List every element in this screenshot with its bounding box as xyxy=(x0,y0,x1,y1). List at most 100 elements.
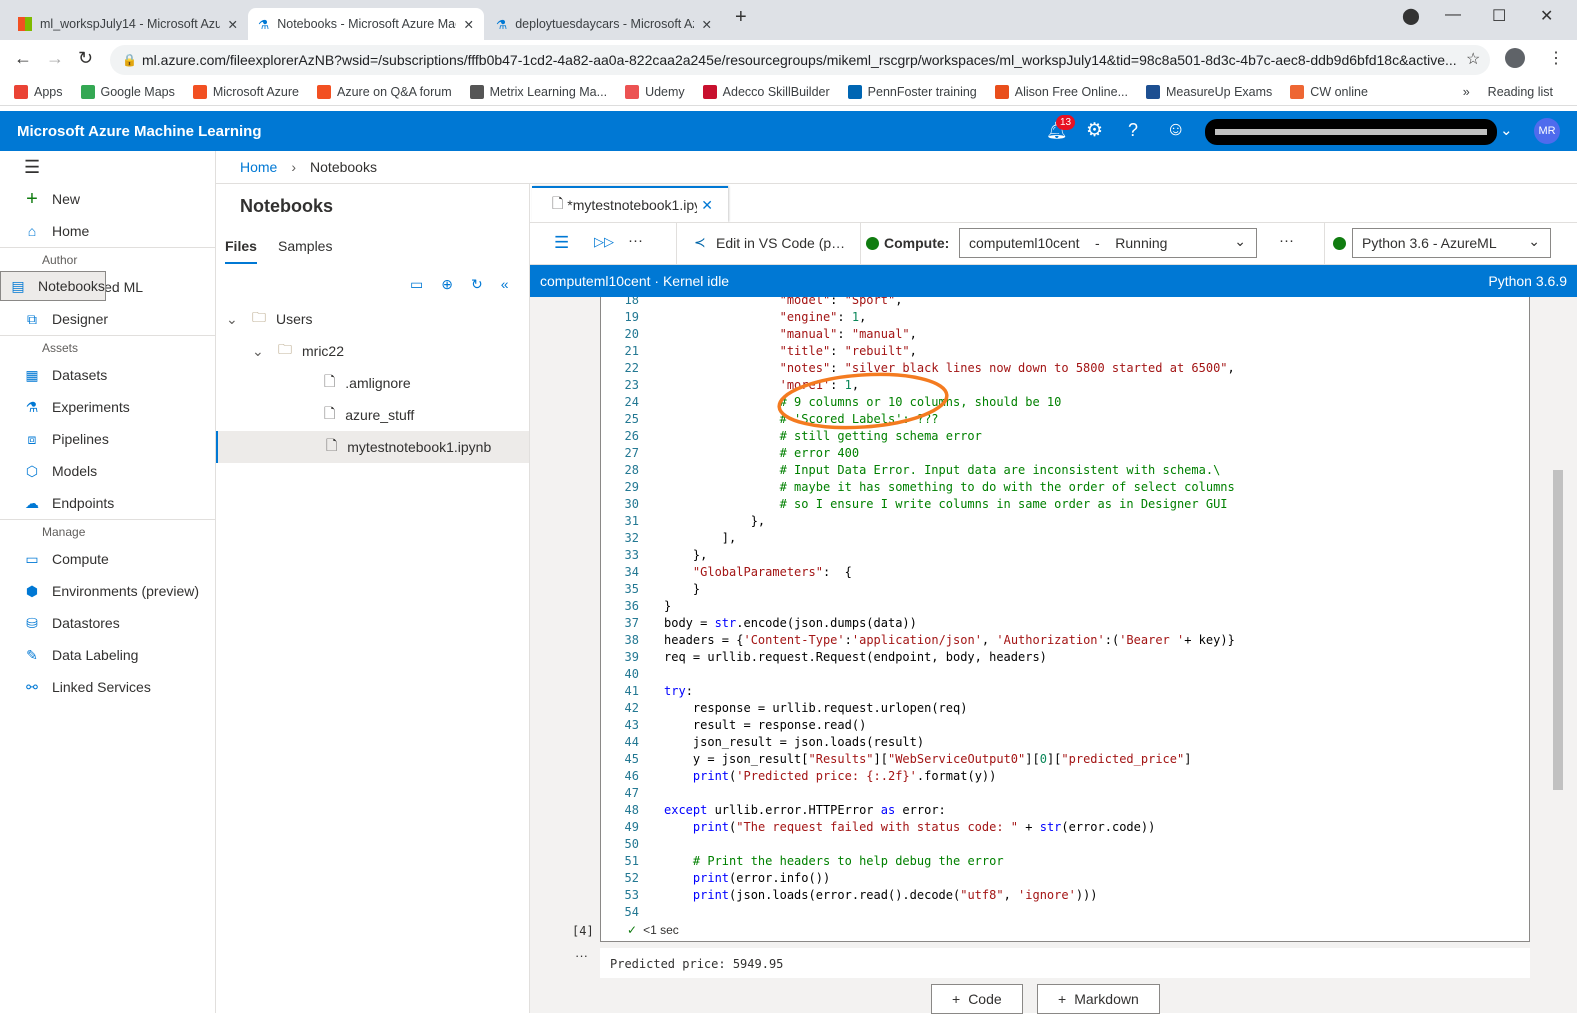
bookmark-item[interactable]: Metrix Learning Ma... xyxy=(469,84,607,99)
code-token: .format(y)) xyxy=(916,769,997,783)
line-number: 43 xyxy=(624,718,639,732)
sidebar-item-models[interactable]: ⬡ Models xyxy=(0,455,215,487)
sidebar-item-datastores[interactable]: ⛁ Datastores xyxy=(0,607,215,639)
sidebar-item-new[interactable]: + New xyxy=(0,183,215,215)
close-icon[interactable]: ✕ xyxy=(464,17,474,32)
notebook-tab[interactable]: 🗋*mytestnotebook1.ipynb✕ xyxy=(532,186,728,222)
sidebar-item-home[interactable]: ⌂ Home xyxy=(0,215,215,247)
chevron-down-icon[interactable]: ⌄ xyxy=(226,311,242,328)
sidebar-item-data-labeling[interactable]: ✎ Data Labeling xyxy=(0,639,215,671)
compute-select[interactable]: computeml10cent - Running ⌄ xyxy=(959,228,1257,258)
bookmark-item[interactable]: CW online xyxy=(1290,84,1368,99)
tab-search-icon[interactable]: ⬤ xyxy=(1402,6,1420,26)
sidebar-item-linked-services[interactable]: ⚯ Linked Services xyxy=(0,671,215,703)
close-window-button[interactable]: ✕ xyxy=(1540,6,1553,26)
back-icon[interactable]: ← xyxy=(14,48,32,69)
redacted-workspace-selector[interactable] xyxy=(1205,119,1497,145)
terminal-icon[interactable]: ▭ xyxy=(410,276,423,293)
edit-in-vscode-button[interactable]: Edit in VS Code (preview) xyxy=(716,235,846,251)
code-text: }, xyxy=(639,513,765,530)
sidebar-item-pipelines[interactable]: ⧈ Pipelines xyxy=(0,423,215,455)
bookmark-item[interactable]: PennFoster training xyxy=(847,84,977,99)
chevron-down-icon[interactable]: ⌄ xyxy=(1500,121,1513,139)
profile-icon[interactable] xyxy=(1505,48,1525,68)
menu-icon[interactable]: ⋮ xyxy=(1548,48,1564,68)
output-more-icon[interactable]: ··· xyxy=(575,948,588,963)
refresh-icon[interactable]: ↻ xyxy=(471,276,483,293)
code-cell[interactable]: 18 "model": "Sport", 19 "engine": 1, 20 "m… xyxy=(600,297,1530,942)
sidebar-item-environments-preview[interactable]: ⬢ Environments (preview) xyxy=(0,575,215,607)
close-icon[interactable]: ✕ xyxy=(701,197,713,214)
tree-item[interactable]: 🗋 .amlignore xyxy=(216,367,529,399)
compute-status-icon xyxy=(866,237,879,250)
browser-tab[interactable]: ⚗deploytuesdaycars - Microsoft Azure✕ xyxy=(486,8,722,40)
add-code-cell-button[interactable]: + Code xyxy=(931,984,1023,1014)
breadcrumb-home[interactable]: Home xyxy=(240,159,277,175)
close-icon[interactable]: ✕ xyxy=(228,17,238,32)
tree-item[interactable]: 🗋 azure_stuff xyxy=(216,399,529,431)
bookmark-item[interactable]: Adecco SkillBuilder xyxy=(702,84,830,99)
tab-samples[interactable]: Samples xyxy=(278,238,332,254)
bookmark-item[interactable]: Apps xyxy=(14,84,63,99)
forward-icon[interactable]: → xyxy=(46,48,64,69)
code-line: 22 "notes": "silver black lines now down… xyxy=(601,360,1529,377)
add-file-icon[interactable]: ⊕ xyxy=(441,276,453,293)
reload-icon[interactable]: ↻ xyxy=(78,48,93,69)
sidebar-item-notebooks[interactable]: ▤ Notebooks xyxy=(0,271,106,301)
line-number: 48 xyxy=(624,803,639,817)
run-all-icon[interactable]: ▷▷ xyxy=(594,234,614,250)
cloud-icon: ☁ xyxy=(25,494,39,511)
scrollbar[interactable] xyxy=(1551,300,1565,1000)
bookmark-item[interactable]: MeasureUp Exams xyxy=(1146,84,1272,99)
code-line: 49 print("The request failed with status… xyxy=(601,819,1529,836)
app-title[interactable]: Microsoft Azure Machine Learning xyxy=(17,123,261,140)
code-line: 43 result = response.read() xyxy=(601,717,1529,734)
more-bookmarks-icon[interactable]: » xyxy=(1463,85,1470,99)
sidebar-item-datasets[interactable]: ▦ Datasets xyxy=(0,359,215,391)
bookmark-item[interactable]: Alison Free Online... xyxy=(994,84,1128,99)
feedback-smiley-icon[interactable]: ☺ xyxy=(1166,119,1185,141)
sidebar-item-endpoints[interactable]: ☁ Endpoints xyxy=(0,487,215,519)
maximize-button[interactable]: ☐ xyxy=(1492,6,1506,26)
browser-tab-active[interactable]: ⚗Notebooks - Microsoft Azure Machine Lea… xyxy=(248,8,484,40)
bookmark-icon xyxy=(625,84,640,99)
avatar[interactable]: MR xyxy=(1534,118,1560,144)
collapse-panel-icon[interactable]: « xyxy=(501,276,509,293)
sidebar-item-experiments[interactable]: ⚗ Experiments xyxy=(0,391,215,423)
line-number: 52 xyxy=(624,871,639,885)
sidebar-item-designer[interactable]: ⧉ Designer xyxy=(0,303,215,335)
line-number: 28 xyxy=(624,463,639,477)
code-token: 1 xyxy=(851,310,860,324)
hamburger-menu-icon[interactable]: ☰ xyxy=(0,151,215,183)
line-number: 51 xyxy=(624,854,639,868)
more-icon[interactable]: ··· xyxy=(1279,232,1294,249)
reading-list-button[interactable]: Reading list xyxy=(1488,85,1553,99)
minimize-button[interactable]: — xyxy=(1445,6,1461,24)
star-icon[interactable]: ☆ xyxy=(1466,49,1480,69)
tree-item[interactable]: ⌄ 🗀 mric22 xyxy=(216,335,529,367)
bookmark-item[interactable]: Microsoft Azure xyxy=(192,84,299,99)
url-input[interactable]: 🔒 ml.azure.com/fileexplorerAzNB?wsid=/sub… xyxy=(110,45,1490,75)
kernel-select[interactable]: Python 3.6 - AzureML ⌄ xyxy=(1352,228,1551,258)
chevron-down-icon[interactable]: ⌄ xyxy=(252,343,268,360)
tab-files[interactable]: Files xyxy=(225,238,257,264)
gear-icon[interactable]: ⚙ xyxy=(1086,119,1103,142)
flask-icon: ⚗ xyxy=(496,17,508,32)
code-token: 'Predicted price: {:.2f}' xyxy=(736,769,917,783)
tree-item[interactable]: 🗋 mytestnotebook1.ipynb xyxy=(216,431,529,463)
new-tab-button[interactable]: + xyxy=(735,6,747,29)
code-token: , xyxy=(895,297,903,307)
outline-icon[interactable]: ☰ xyxy=(554,233,569,253)
bookmark-item[interactable]: Google Maps xyxy=(80,84,175,99)
browser-tab[interactable]: ml_workspJuly14 - Microsoft Azure ✕ xyxy=(8,8,248,40)
tree-item[interactable]: ⌄ 🗀 Users xyxy=(216,303,529,335)
help-icon[interactable]: ? xyxy=(1128,120,1138,141)
sidebar-item-compute[interactable]: ▭ Compute xyxy=(0,543,215,575)
bookmark-item[interactable]: Udemy xyxy=(625,84,685,99)
add-markdown-cell-button[interactable]: + Markdown xyxy=(1037,984,1160,1014)
line-number: 39 xyxy=(624,650,639,664)
more-icon[interactable]: ··· xyxy=(628,232,643,249)
bookmark-item[interactable]: Azure on Q&A forum xyxy=(317,84,452,99)
code-token: 'application/json' xyxy=(851,633,982,647)
close-icon[interactable]: ✕ xyxy=(702,17,712,32)
